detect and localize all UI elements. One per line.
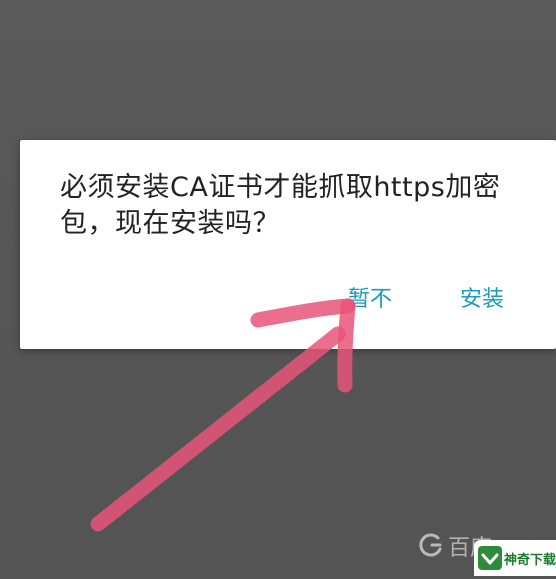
site-badge: 神奇下载: [474, 540, 556, 576]
download-site-logo-icon: [478, 546, 502, 570]
dialog-actions: 暂不 安装: [20, 280, 556, 320]
dialog-message: 必须安装CA证书才能抓取https加密包，现在安装吗？: [60, 172, 501, 239]
install-ca-certificate-dialog: 必须安装CA证书才能抓取https加密包，现在安装吗？ 暂不 安装: [20, 140, 556, 349]
site-badge-text: 神奇下载: [504, 553, 556, 568]
baidu-logo-icon: [419, 533, 442, 557]
watermark: 百度 神奇下载: [410, 522, 556, 579]
install-button[interactable]: 安装: [454, 280, 510, 320]
not-now-button[interactable]: 暂不: [342, 280, 398, 320]
